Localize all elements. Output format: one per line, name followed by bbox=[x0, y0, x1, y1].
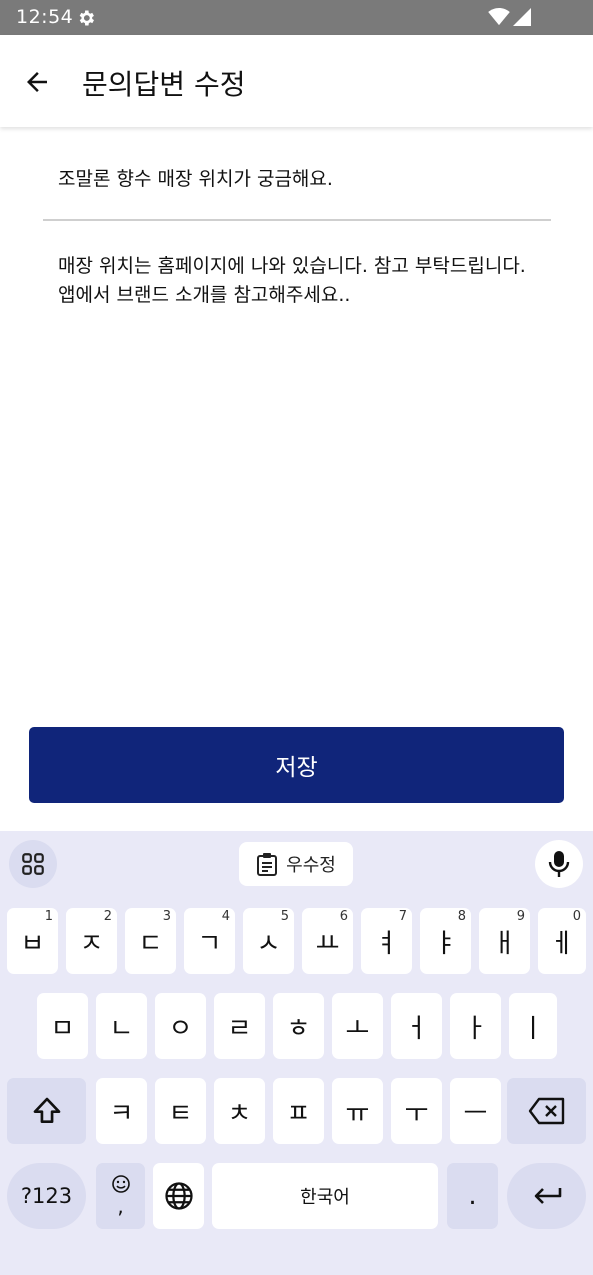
mic-glyph-icon bbox=[548, 851, 570, 877]
microphone-icon[interactable] bbox=[535, 840, 583, 888]
key-i[interactable]: ㅣ bbox=[509, 993, 557, 1059]
globe-icon bbox=[164, 1182, 193, 1210]
clipboard-icon bbox=[257, 853, 278, 876]
shift-arrow-icon bbox=[33, 1097, 60, 1123]
divider bbox=[43, 219, 551, 221]
key-giyeok[interactable]: ㄱ4 bbox=[184, 908, 235, 974]
key-ya[interactable]: ㅑ8 bbox=[420, 908, 471, 974]
gear-icon bbox=[79, 10, 94, 26]
key-a[interactable]: ㅏ bbox=[450, 993, 501, 1059]
key-eu[interactable]: ㅡ bbox=[450, 1078, 501, 1144]
status-bar: 12:54 bbox=[0, 0, 593, 35]
key-o[interactable]: ㅗ bbox=[332, 993, 383, 1059]
period-key[interactable]: . bbox=[447, 1163, 498, 1229]
key-ieung[interactable]: ㅇ bbox=[155, 993, 206, 1059]
suggestion-text: 우수정 bbox=[286, 855, 336, 876]
key-eo[interactable]: ㅓ bbox=[391, 993, 442, 1059]
enter-key[interactable] bbox=[507, 1163, 586, 1229]
key-siot[interactable]: ㅅ5 bbox=[243, 908, 294, 974]
status-time: 12:54 bbox=[16, 6, 74, 28]
arrow-left-icon[interactable] bbox=[22, 67, 52, 97]
apps-grid-icon[interactable] bbox=[9, 840, 57, 888]
page-title: 문의답변 수정 bbox=[82, 68, 246, 101]
key-ae[interactable]: ㅐ9 bbox=[479, 908, 530, 974]
key-e[interactable]: ㅔ0 bbox=[538, 908, 586, 974]
key-yu[interactable]: ㅠ bbox=[332, 1078, 383, 1144]
language-switch-key[interactable] bbox=[153, 1163, 204, 1229]
answer-field[interactable]: 매장 위치는 홈페이지에 나와 있습니다. 참고 부탁드립니다. 앱에서 브랜드… bbox=[58, 252, 533, 310]
key-mieum[interactable]: ㅁ bbox=[37, 993, 88, 1059]
key-jieut[interactable]: ㅈ2 bbox=[66, 908, 117, 974]
shift-key[interactable] bbox=[7, 1078, 86, 1144]
enter-arrow-icon bbox=[534, 1188, 561, 1204]
key-yo[interactable]: ㅛ6 bbox=[302, 908, 353, 974]
key-kieuk[interactable]: ㅋ bbox=[96, 1078, 147, 1144]
save-button[interactable]: 저장 bbox=[29, 727, 564, 803]
key-bieup[interactable]: ㅂ1 bbox=[7, 908, 58, 974]
emoji-icon bbox=[111, 1175, 130, 1193]
wifi-icon bbox=[488, 8, 510, 26]
symbols-key[interactable]: ?123 bbox=[7, 1163, 86, 1229]
key-rieul[interactable]: ㄹ bbox=[214, 993, 265, 1059]
key-chieut[interactable]: ㅊ bbox=[214, 1078, 265, 1144]
app-bar: 문의답변 수정 bbox=[0, 35, 593, 127]
key-nieun[interactable]: ㄴ bbox=[96, 993, 147, 1059]
keyboard: 우수정 ㅂ1 ㅈ2 ㄷ3 ㄱ4 ㅅ5 ㅛ6 ㅕ7 ㅑ8 ㅐ9 ㅔ0 ㅁ ㄴ ㅇ … bbox=[0, 831, 593, 1275]
question-field[interactable]: 조말론 향수 매장 위치가 궁금해요. bbox=[58, 164, 333, 191]
key-u[interactable]: ㅜ bbox=[391, 1078, 442, 1144]
emoji-comma-key[interactable]: , bbox=[96, 1163, 145, 1229]
cell-signal-icon bbox=[513, 8, 531, 26]
key-digeut[interactable]: ㄷ3 bbox=[125, 908, 176, 974]
backspace-icon bbox=[528, 1097, 564, 1125]
space-key[interactable]: 한국어 bbox=[212, 1163, 438, 1229]
key-yeo[interactable]: ㅕ7 bbox=[361, 908, 412, 974]
clipboard-suggestion-chip[interactable]: 우수정 bbox=[239, 842, 353, 886]
backspace-key[interactable] bbox=[507, 1078, 586, 1144]
key-pieup[interactable]: ㅍ bbox=[273, 1078, 324, 1144]
keyboard-suggestion-bar: 우수정 bbox=[0, 831, 593, 897]
key-hieut[interactable]: ㅎ bbox=[273, 993, 324, 1059]
grid-icon bbox=[22, 853, 44, 875]
key-tieut[interactable]: ㅌ bbox=[155, 1078, 206, 1144]
